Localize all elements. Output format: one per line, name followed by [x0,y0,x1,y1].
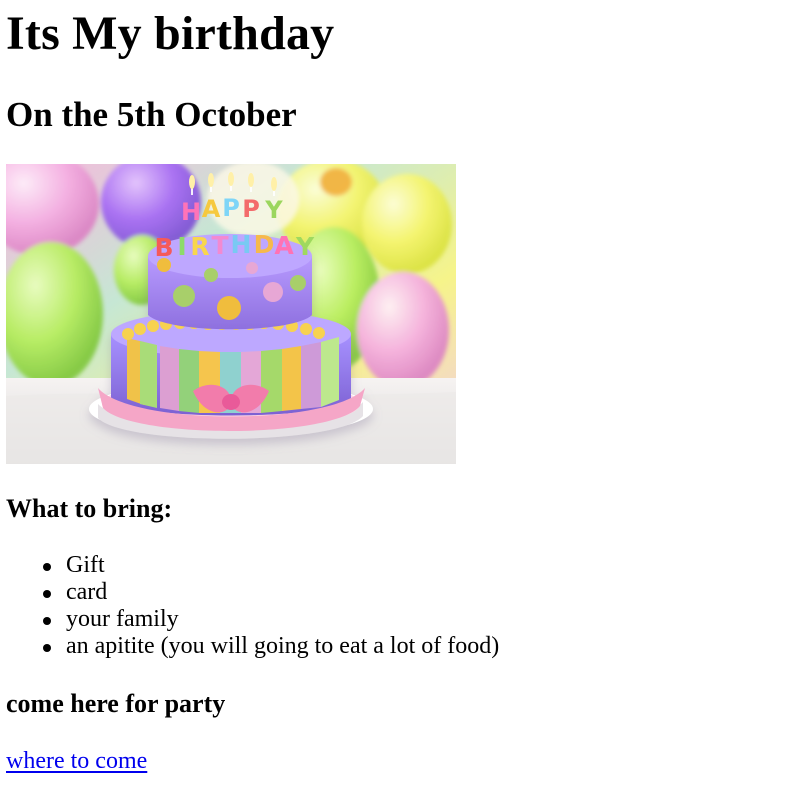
birthday-cake-image: H A P P Y B I R T H D A Y [6,164,456,464]
birthday-page: Its My birthday On the 5th October H A P… [0,0,800,802]
svg-text:R: R [190,232,209,261]
svg-text:H: H [181,198,201,226]
svg-text:A: A [274,231,294,260]
svg-text:Y: Y [264,196,283,224]
svg-text:I: I [177,232,186,261]
svg-text:D: D [254,230,275,259]
svg-text:A: A [202,195,221,223]
bring-list: Gift card your family an apitite (you wi… [6,552,499,660]
what-to-bring-heading: What to bring: [6,494,173,523]
list-item: card [6,579,499,606]
svg-text:P: P [242,195,260,223]
list-item: an apitite (you will going to eat a lot … [6,633,499,660]
svg-text:B: B [154,233,173,262]
party-date-heading: On the 5th October [6,95,297,134]
page-title: Its My birthday [6,7,335,60]
svg-text:H: H [231,230,252,259]
party-heading: come here for party [6,689,226,718]
svg-text:Y: Y [295,232,315,261]
svg-text:P: P [222,194,240,222]
list-item: your family [6,606,499,633]
where-to-come-link[interactable]: where to come [6,747,147,775]
svg-text:T: T [211,231,228,260]
list-item: Gift [6,552,499,579]
